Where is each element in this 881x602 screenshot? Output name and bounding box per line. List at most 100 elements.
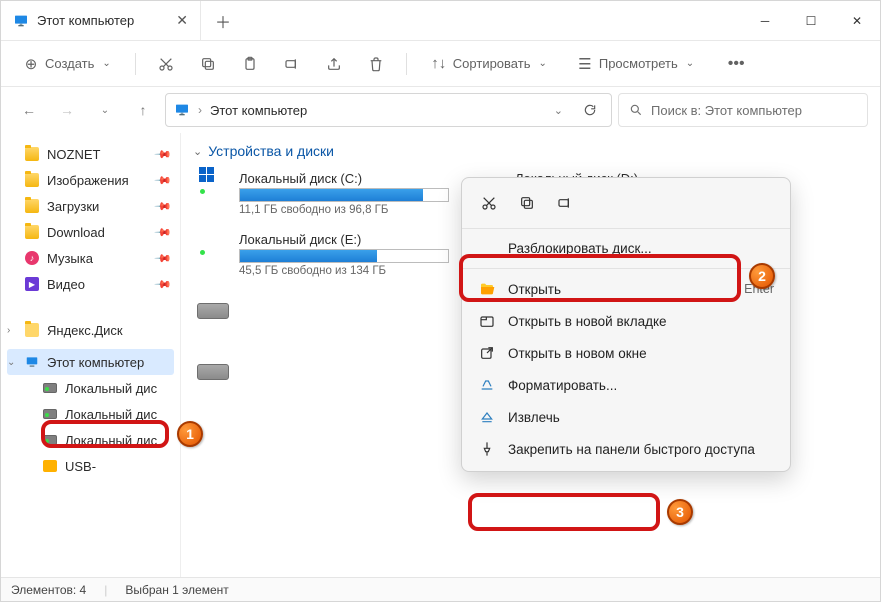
create-button[interactable]: ⊕ Создать ⌄ xyxy=(13,50,121,78)
pin-icon: 📌 xyxy=(154,197,173,216)
sidebar-item-local-disk[interactable]: Локальный дис xyxy=(1,401,180,427)
cut-button[interactable] xyxy=(150,48,182,80)
sort-icon: ↑↓ xyxy=(431,56,447,72)
drive-name: Локальный диск (C:) xyxy=(239,171,449,186)
this-pc-icon xyxy=(174,102,190,118)
eject-icon xyxy=(478,409,496,425)
refresh-button[interactable] xyxy=(577,103,603,117)
disk-icon xyxy=(197,171,229,197)
chevron-right-icon[interactable]: › xyxy=(7,325,10,336)
annotation-badge-2: 2 xyxy=(749,263,775,289)
context-menu: Разблокировать диск... Открыть Enter Отк… xyxy=(461,177,791,472)
ctx-cut-button[interactable] xyxy=(472,188,506,218)
usb-lock-icon xyxy=(43,460,57,472)
ctx-format[interactable]: Форматировать... xyxy=(462,369,790,401)
view-button[interactable]: ☰ Просмотреть ⌄ xyxy=(567,50,704,78)
plus-circle-icon: ⊕ xyxy=(23,56,39,72)
ctx-eject[interactable]: Извлечь xyxy=(462,401,790,433)
ctx-rename-button[interactable] xyxy=(548,188,582,218)
disk-icon xyxy=(43,383,57,393)
pin-icon: 📌 xyxy=(154,223,173,242)
drive-c[interactable]: Локальный диск (C:) 11,1 ГБ свободно из … xyxy=(193,167,453,220)
video-icon: ▶ xyxy=(25,277,39,291)
folder-icon xyxy=(25,147,39,161)
music-icon: ♪ xyxy=(25,251,39,265)
pin-icon: 📌 xyxy=(154,145,173,164)
sidebar-item-images[interactable]: Изображения📌 xyxy=(1,167,180,193)
folder-open-icon xyxy=(478,281,496,297)
sort-button[interactable]: ↑↓ Сортировать ⌄ xyxy=(421,50,557,78)
folder-icon xyxy=(25,199,39,213)
share-button[interactable] xyxy=(318,48,350,80)
tab-title: Этот компьютер xyxy=(37,13,134,28)
sidebar-item-thispc[interactable]: ⌄ Этот компьютер xyxy=(7,349,174,375)
status-selection: Выбран 1 элемент xyxy=(125,583,228,597)
drive-e[interactable]: Локальный диск (E:) 45,5 ГБ свободно из … xyxy=(193,228,453,281)
up-button[interactable]: ↑ xyxy=(127,94,159,126)
capacity-bar xyxy=(239,188,449,202)
format-icon xyxy=(478,377,496,393)
pin-icon xyxy=(478,441,496,457)
copy-button[interactable] xyxy=(192,48,224,80)
yandex-disk-icon xyxy=(25,323,39,337)
sidebar-item-music[interactable]: ♪Музыка📌 xyxy=(1,245,180,271)
chevron-right-icon: › xyxy=(198,103,202,117)
rename-button[interactable] xyxy=(276,48,308,80)
sidebar-item-noznet[interactable]: NOZNET📌 xyxy=(1,141,180,167)
back-button[interactable]: ← xyxy=(13,94,45,126)
disk-icon xyxy=(197,232,229,258)
disk-icon xyxy=(43,409,57,419)
annotation-badge-3: 3 xyxy=(667,499,693,525)
annotation-badge-1: 1 xyxy=(177,421,203,447)
sidebar-item-local-disk[interactable]: Локальный дис xyxy=(1,375,180,401)
search-input[interactable]: Поиск в: Этот компьютер xyxy=(618,93,868,127)
minimize-button[interactable]: ─ xyxy=(742,1,788,41)
sidebar-item-yandex[interactable]: ›Яндекс.Диск xyxy=(1,317,180,343)
recent-button[interactable]: ⌄ xyxy=(89,94,121,126)
ctx-open-tab[interactable]: Открыть в новой вкладке xyxy=(462,305,790,337)
group-header[interactable]: ⌄ Устройства и диски xyxy=(193,139,868,167)
sidebar-item-downloads[interactable]: Загрузки📌 xyxy=(1,193,180,219)
more-button[interactable]: ••• xyxy=(720,48,752,80)
folder-icon xyxy=(25,225,39,239)
forward-button[interactable]: → xyxy=(51,94,83,126)
new-tab-button[interactable]: ＋ xyxy=(201,9,245,33)
status-item-count: Элементов: 4 xyxy=(11,583,86,597)
sidebar-item-download[interactable]: Download📌 xyxy=(1,219,180,245)
capacity-bar xyxy=(239,249,449,263)
chevron-down-icon: ⌄ xyxy=(193,145,202,158)
drive-subtext: 11,1 ГБ свободно из 96,8 ГБ xyxy=(239,204,449,216)
search-icon xyxy=(629,103,643,117)
ctx-open-window[interactable]: Открыть в новом окне xyxy=(462,337,790,369)
address-bar[interactable]: › Этот компьютер ⌄ xyxy=(165,93,612,127)
ctx-open[interactable]: Открыть Enter xyxy=(462,273,790,305)
pin-icon: 📌 xyxy=(154,171,173,190)
sidebar-item-usb[interactable]: USB- xyxy=(1,453,180,479)
sidebar-item-video[interactable]: ▶Видео📌 xyxy=(1,271,180,297)
window-tab[interactable]: Этот компьютер ✕ xyxy=(1,1,201,41)
chevron-down-icon[interactable]: ⌄ xyxy=(7,357,15,368)
paste-button[interactable] xyxy=(234,48,266,80)
address-row: ← → ⌄ ↑ › Этот компьютер ⌄ Поиск в: Этот… xyxy=(1,87,880,133)
tab-close-icon[interactable]: ✕ xyxy=(176,12,188,29)
pin-icon: 📌 xyxy=(154,275,173,294)
tab-icon xyxy=(478,313,496,329)
address-dropdown-icon[interactable]: ⌄ xyxy=(548,104,569,117)
folder-icon xyxy=(25,173,39,187)
drive-subtext: 45,5 ГБ свободно из 134 ГБ xyxy=(239,265,449,277)
breadcrumb[interactable]: Этот компьютер xyxy=(210,103,307,118)
this-pc-icon xyxy=(13,13,29,29)
external-icon xyxy=(478,345,496,361)
delete-button[interactable] xyxy=(360,48,392,80)
drive-name: Локальный диск (E:) xyxy=(239,232,449,247)
view-icon: ☰ xyxy=(577,56,593,72)
toolbar: ⊕ Создать ⌄ ↑↓ Сортировать ⌄ ☰ Просмотре… xyxy=(1,41,880,87)
ctx-pin-quick[interactable]: Закрепить на панели быстрого доступа xyxy=(462,433,790,465)
close-button[interactable]: ✕ xyxy=(834,1,880,41)
sidebar-item-local-disk[interactable]: Локальный дис xyxy=(1,427,180,453)
ctx-copy-button[interactable] xyxy=(510,188,544,218)
ctx-unlock[interactable]: Разблокировать диск... xyxy=(462,233,790,264)
chevron-down-icon: ⌄ xyxy=(686,58,694,69)
maximize-button[interactable]: ☐ xyxy=(788,1,834,41)
chevron-down-icon: ⌄ xyxy=(102,58,110,69)
